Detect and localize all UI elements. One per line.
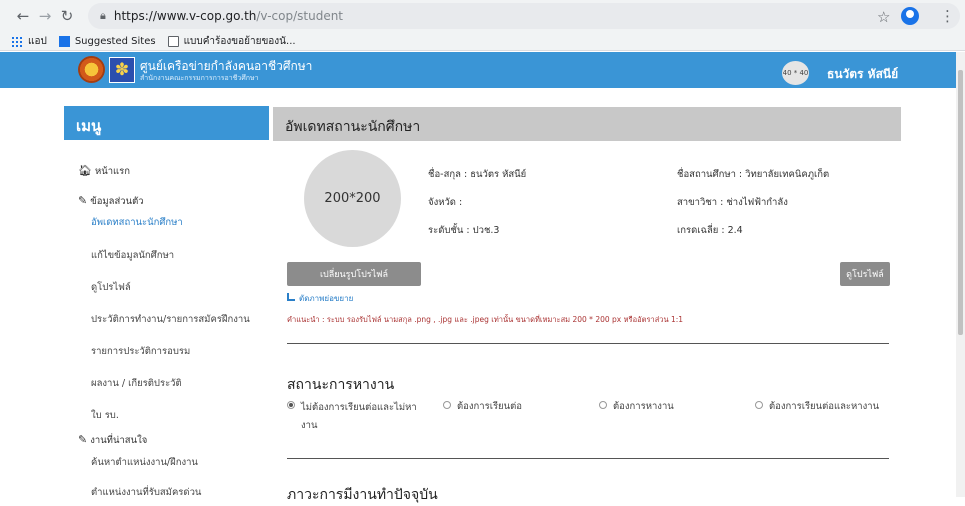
sidebar-item-search-jobs[interactable]: ค้นหาตำแหน่งงาน/ฝึกงาน	[91, 455, 198, 470]
crop-icon	[287, 293, 295, 301]
vec-logo-icon: ✽	[109, 57, 135, 83]
bookmark-label: แอป	[28, 36, 47, 47]
bookmark-suggested-sites[interactable]: Suggested Sites	[58, 36, 156, 47]
status-option-label: ไม่ต้องการเรียนต่อและไม่หางาน	[301, 402, 417, 431]
site-subtitle: สำนักงานคณะกรรมการการอาชีวศึกษา	[140, 74, 259, 82]
browser-chrome: ← → ↻ 🔒︎ https://www.v-cop.go.th/v-cop/s…	[0, 0, 965, 51]
sidebar-item-training[interactable]: รายการประวัติการอบรม	[91, 344, 190, 359]
avatar[interactable]: 40 * 40	[782, 61, 809, 85]
sidebar-section-label: งานที่น่าสนใจ	[90, 435, 148, 446]
crop-resize-label: ตัดภาพย่อขยาย	[299, 294, 354, 303]
divider	[287, 458, 889, 459]
suggested-sites-icon	[58, 36, 70, 47]
user-name[interactable]: ธนวัตร หัสนีย์	[827, 65, 898, 84]
bookmark-apps[interactable]: แอป	[12, 34, 47, 49]
employment-title: ภาวะการมีงานทำปัจจุบัน	[287, 487, 438, 503]
divider	[287, 343, 889, 344]
sidebar-section-jobs: ✎ งานที่น่าสนใจ	[78, 433, 147, 448]
bookmark-label: แบบคำร้องขอย้ายของนั...	[183, 36, 296, 47]
student-name: ชื่อ-สกุล : ธนวัตร หัสนีย์	[428, 169, 527, 180]
edit-icon: ✎	[78, 194, 88, 207]
status-option-both[interactable]: ต้องการเรียนต่อและหางาน	[755, 399, 879, 414]
student-level: ระดับชั้น : ปวช.3	[428, 225, 500, 236]
browser-toolbar: ← → ↻ 🔒︎ https://www.v-cop.go.th/v-cop/s…	[0, 0, 965, 32]
bookmark-star-icon[interactable]: ☆	[877, 8, 890, 26]
sidebar-item-transcript[interactable]: ใบ รบ.	[91, 408, 119, 423]
status-option-none[interactable]: ไม่ต้องการเรียนต่อและไม่หางาน	[287, 399, 419, 435]
bookmark-form[interactable]: แบบคำร้องขอย้ายของนั...	[167, 34, 296, 49]
sidebar-item-urgent-jobs[interactable]: ตำแหน่งงานที่รับสมัครด่วน	[91, 485, 201, 500]
address-bar[interactable]: 🔒︎ https://www.v-cop.go.th/v-cop/student	[88, 3, 960, 29]
sidebar-item-home[interactable]: 🏠︎ หน้าแรก	[78, 164, 130, 179]
status-option-label: ต้องการหางาน	[613, 401, 674, 412]
sidebar-item-edit-student[interactable]: แก้ไขข้อมูลนักศึกษา	[91, 248, 174, 263]
sidebar-item-work-history[interactable]: ประวัติการทำงาน/รายการสมัครฝึกงาน	[91, 312, 250, 327]
radio-icon[interactable]	[443, 401, 451, 409]
profile-photo: 200*200	[304, 150, 401, 247]
student-school: ชื่อสถานศึกษา : วิทยาลัยเทคนิคภูเก็ต	[677, 169, 830, 180]
radio-icon[interactable]	[755, 401, 763, 409]
url-path: /v-cop/student	[256, 9, 344, 23]
student-major: สาขาวิชา : ช่างไฟฟ้ากำลัง	[677, 197, 788, 208]
menu-title: เมนู	[64, 106, 269, 140]
page-icon	[167, 36, 179, 47]
sidebar-item-achievements[interactable]: ผลงาน / เกียรติประวัติ	[91, 376, 182, 391]
bookmark-label: Suggested Sites	[74, 36, 156, 47]
radio-icon[interactable]	[599, 401, 607, 409]
page-title: อัพเดทสถานะนักศึกษา	[273, 107, 901, 141]
sidebar-section-personal: ✎ ข้อมูลส่วนตัว	[78, 194, 144, 209]
status-option-label: ต้องการเรียนต่อ	[457, 401, 522, 412]
profile-icon[interactable]	[901, 7, 919, 25]
ministry-seal-icon	[78, 56, 105, 83]
job-status-title: สถานะการหางาน	[287, 377, 395, 393]
bookmarks-bar: แอป Suggested Sites แบบคำร้องขอย้ายของนั…	[0, 32, 965, 51]
back-icon[interactable]: ←	[12, 5, 34, 27]
sidebar-item-view-profile[interactable]: ดูโปรไฟล์	[91, 280, 131, 295]
apps-grid-icon	[12, 36, 22, 47]
upload-note: คำแนะนำ : ระบบ รองรับไฟล์ นามสกุล .png ,…	[287, 315, 684, 324]
home-icon: 🏠︎	[78, 164, 92, 177]
forward-icon[interactable]: →	[34, 5, 56, 27]
sidebar-item-label: หน้าแรก	[94, 166, 131, 177]
radio-selected-icon[interactable]	[287, 401, 295, 409]
lock-icon: 🔒︎	[100, 9, 106, 22]
student-province: จังหวัด :	[428, 197, 463, 208]
student-gpa: เกรดเฉลี่ย : 2.4	[677, 225, 743, 236]
sidebar-item-update-status[interactable]: อัพเดทสถานะนักศึกษา	[91, 215, 183, 230]
status-option-label: ต้องการเรียนต่อและหางาน	[769, 401, 880, 412]
sidebar-section-label: ข้อมูลส่วนตัว	[90, 196, 144, 207]
status-option-job[interactable]: ต้องการหางาน	[599, 399, 674, 414]
reload-icon[interactable]: ↻	[56, 5, 78, 27]
crop-resize-link[interactable]: ตัดภาพย่อขยาย	[287, 292, 353, 305]
status-option-study[interactable]: ต้องการเรียนต่อ	[443, 399, 522, 414]
edit-icon: ✎	[78, 433, 88, 446]
view-profile-button[interactable]: ดูโปรไฟล์	[840, 262, 890, 286]
menu-kebab-icon[interactable]: ⋮	[940, 7, 955, 25]
change-photo-button[interactable]: เปลี่ยนรูปโปรไฟล์	[287, 262, 421, 286]
url-host: https://www.v-cop.go.th	[113, 9, 257, 23]
scrollbar-thumb[interactable]	[958, 70, 963, 335]
